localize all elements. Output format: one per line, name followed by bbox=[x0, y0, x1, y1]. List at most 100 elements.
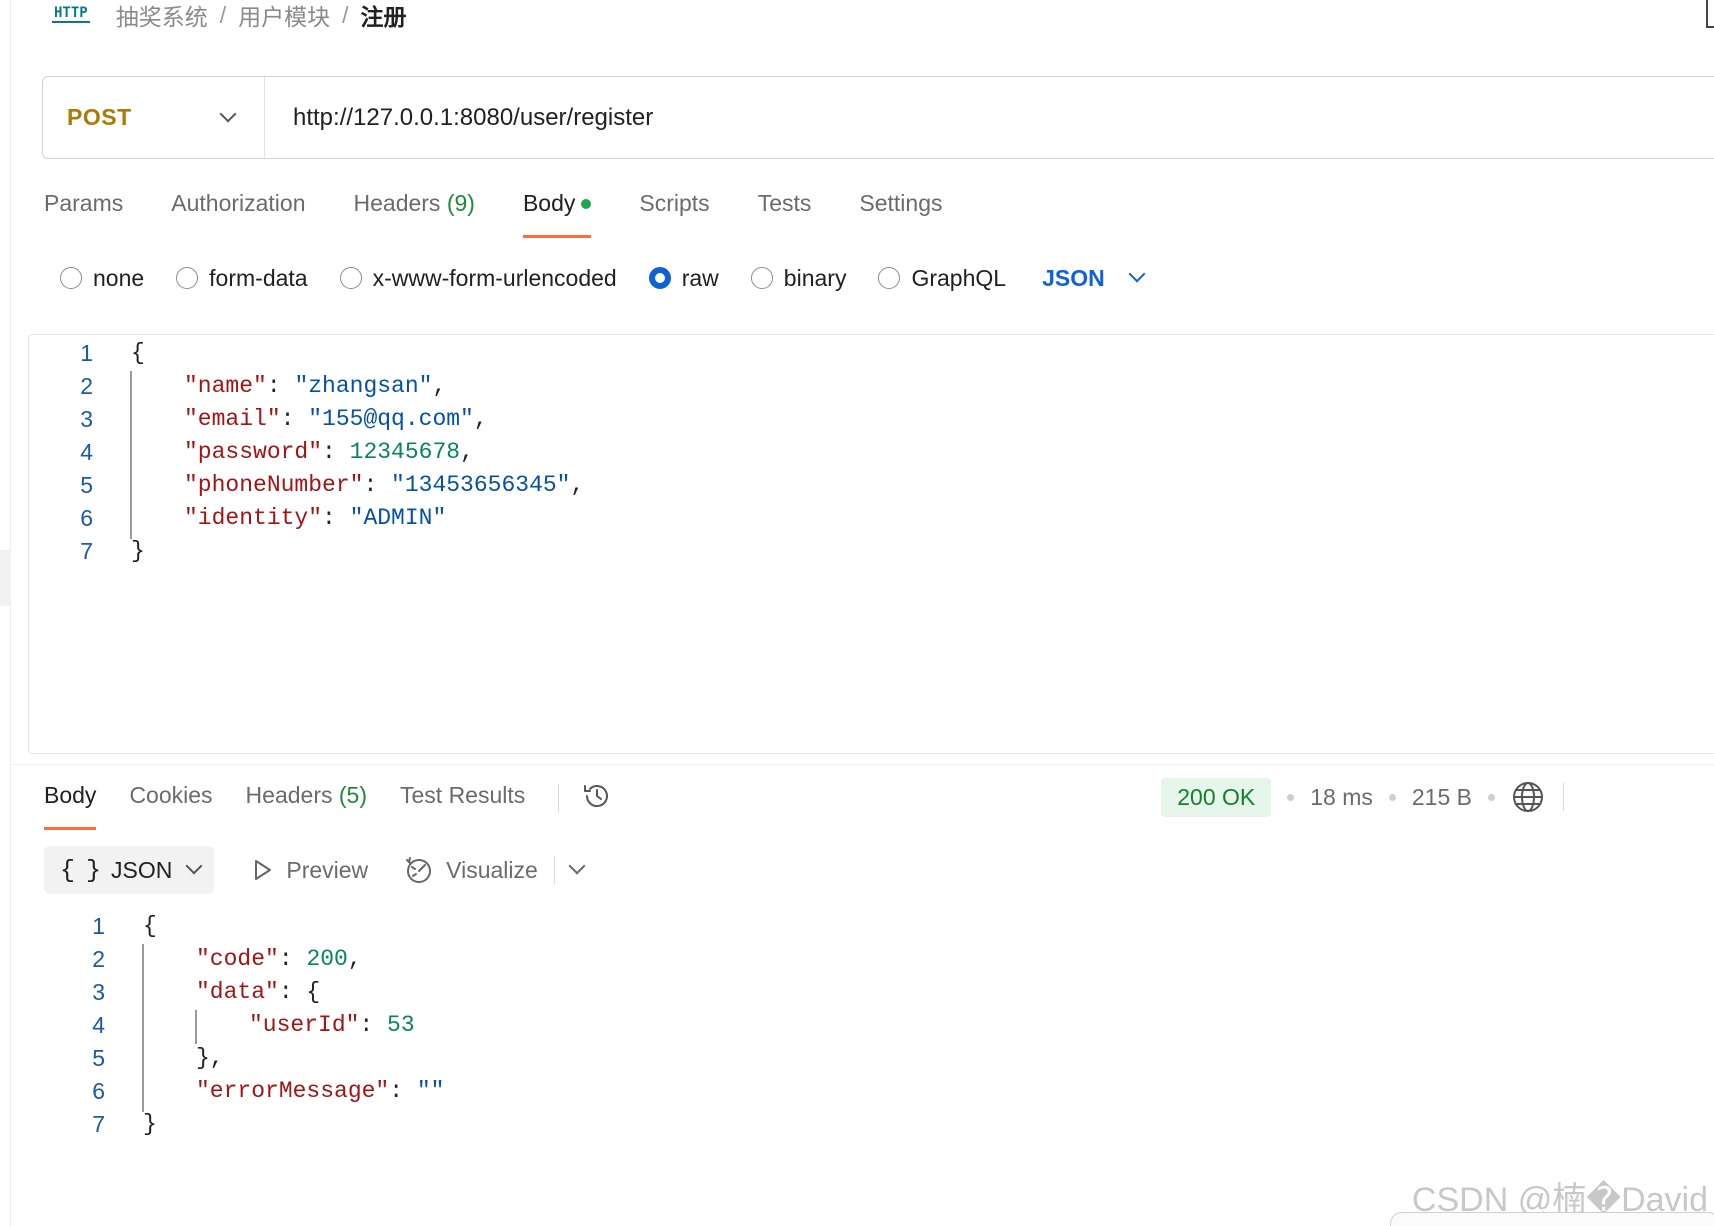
radio-form-data[interactable]: form-data bbox=[176, 264, 308, 292]
code-text: } bbox=[131, 538, 145, 564]
chevron-down-icon[interactable] bbox=[568, 857, 586, 875]
globe-icon[interactable] bbox=[1511, 780, 1545, 814]
code-text: { bbox=[131, 340, 145, 366]
tab-settings[interactable]: Settings bbox=[859, 190, 942, 238]
code-text: "password": 12345678, bbox=[184, 439, 474, 465]
code-text: } bbox=[143, 1111, 157, 1137]
visualize-icon bbox=[406, 857, 432, 883]
radio-x-www-form-urlencoded[interactable]: x-www-form-urlencoded bbox=[339, 264, 617, 292]
line-number: 2 bbox=[92, 946, 105, 972]
radio-circle bbox=[878, 267, 901, 289]
radio-circle bbox=[339, 267, 362, 289]
tab-body[interactable]: Body bbox=[522, 190, 592, 238]
tab-label: Tests bbox=[757, 190, 812, 216]
radio-circle bbox=[176, 267, 199, 289]
line-number: 5 bbox=[92, 1045, 105, 1071]
code-text: "code": 200, bbox=[196, 946, 362, 972]
tab-label: Params bbox=[44, 190, 124, 216]
request-body-editor[interactable]: 1 {2 "name": "zhangsan", 3 "email": "155@qq.… bbox=[28, 334, 1714, 754]
response-tabs: Body Cookies Headers (5) Test Results bbox=[44, 782, 613, 830]
response-time[interactable]: 18 ms bbox=[1310, 784, 1373, 811]
line-number: 2 bbox=[80, 373, 93, 399]
divider bbox=[558, 784, 560, 812]
response-size[interactable]: 215 B bbox=[1412, 784, 1472, 811]
line-number: 7 bbox=[80, 538, 93, 564]
response-tab-cookies[interactable]: Cookies bbox=[129, 782, 212, 830]
radio-none[interactable]: none bbox=[60, 265, 144, 292]
line-number: 1 bbox=[92, 913, 105, 939]
breadcrumb-request[interactable]: 注册 bbox=[361, 0, 407, 32]
code-text: }, bbox=[196, 1045, 224, 1071]
tab-scripts[interactable]: Scripts bbox=[639, 190, 709, 238]
body-modified-dot bbox=[581, 199, 592, 209]
code-text: "email": "155@qq.com", bbox=[184, 406, 488, 432]
body-format-select[interactable]: JSON bbox=[1042, 265, 1146, 292]
line-number: 6 bbox=[92, 1078, 105, 1104]
left-rail bbox=[0, 0, 11, 1226]
breadcrumb: HTTP 抽奖系统 / 用户模块 / 注册 bbox=[52, 0, 407, 30]
method-label: POST bbox=[67, 104, 132, 130]
code-text: "identity": "ADMIN" bbox=[184, 505, 447, 531]
play-icon bbox=[255, 860, 272, 880]
radio-label: none bbox=[93, 264, 145, 291]
tab-tests[interactable]: Tests bbox=[758, 190, 812, 238]
response-tab-headers[interactable]: Headers (5) bbox=[246, 782, 367, 830]
visualize-button[interactable]: Visualize bbox=[404, 855, 538, 885]
indent-guide bbox=[195, 1010, 197, 1044]
tab-label: Body bbox=[44, 782, 97, 808]
indent-guide bbox=[130, 371, 132, 539]
radio-circle bbox=[750, 267, 773, 289]
code-text: "phoneNumber": "13453656345", bbox=[184, 472, 585, 498]
preview-button[interactable]: Preview bbox=[250, 857, 368, 884]
code-text: "name": "zhangsan", bbox=[184, 373, 447, 399]
indent-guide bbox=[142, 944, 144, 1112]
radio-raw[interactable]: raw bbox=[648, 265, 719, 292]
tab-headers[interactable]: Headers (9) bbox=[354, 190, 475, 238]
url-input[interactable] bbox=[265, 77, 1565, 158]
left-rail-handle[interactable] bbox=[0, 550, 11, 606]
tab-authorization[interactable]: Authorization bbox=[171, 190, 305, 238]
tab-label: Headers bbox=[353, 190, 441, 216]
format-label: JSON bbox=[111, 856, 173, 883]
response-toolbar: { } JSON Preview Visualize bbox=[44, 846, 586, 894]
braces-icon: { } bbox=[60, 855, 101, 885]
url-bar: POST bbox=[42, 76, 1714, 159]
response-body-viewer[interactable]: 1 {2 "code": 200, 3 "data": {4 "userId": 53 5}… bbox=[28, 908, 1714, 1168]
tab-label: Authorization bbox=[171, 190, 306, 216]
divider bbox=[1563, 783, 1564, 811]
chevron-down-icon bbox=[219, 105, 237, 122]
tab-label: Cookies bbox=[129, 782, 213, 808]
tab-params[interactable]: Params bbox=[44, 190, 123, 238]
meta-separator-dot bbox=[1488, 793, 1495, 801]
response-tab-body[interactable]: Body bbox=[44, 782, 97, 830]
radio-label: binary bbox=[783, 264, 847, 291]
response-tab-test-results[interactable]: Test Results bbox=[400, 782, 525, 830]
line-number: 4 bbox=[92, 1012, 105, 1038]
meta-separator-dot bbox=[1388, 793, 1396, 801]
radio-circle-checked bbox=[648, 267, 671, 289]
breadcrumb-folder[interactable]: 用户模块 bbox=[238, 0, 330, 32]
tab-label: Headers bbox=[245, 782, 333, 808]
radio-binary[interactable]: binary bbox=[750, 264, 847, 292]
visualize-label: Visualize bbox=[446, 856, 538, 883]
history-icon[interactable] bbox=[581, 780, 613, 812]
preview-label: Preview bbox=[286, 856, 369, 883]
radio-graphql[interactable]: GraphQL bbox=[878, 265, 1006, 292]
bottom-panel-fragment bbox=[1390, 1212, 1714, 1226]
method-select[interactable]: POST bbox=[43, 77, 265, 158]
line-number: 6 bbox=[80, 505, 93, 531]
radio-label: form-data bbox=[209, 264, 308, 291]
panel-corner bbox=[1706, 0, 1714, 28]
line-number: 1 bbox=[80, 340, 93, 366]
line-number: 3 bbox=[92, 979, 105, 1005]
radio-label: x-www-form-urlencoded bbox=[372, 264, 617, 291]
meta-separator-dot bbox=[1287, 793, 1295, 801]
response-meta: 200 OK 18 ms 215 B bbox=[1161, 776, 1564, 818]
code-text: { bbox=[143, 913, 157, 939]
radio-circle bbox=[60, 267, 82, 289]
line-number: 4 bbox=[80, 439, 93, 465]
response-format-select[interactable]: { } JSON bbox=[44, 846, 215, 894]
headers-count: (9) bbox=[446, 190, 475, 216]
breadcrumb-collection[interactable]: 抽奖系统 bbox=[116, 0, 208, 32]
status-badge[interactable]: 200 OK bbox=[1161, 777, 1272, 817]
